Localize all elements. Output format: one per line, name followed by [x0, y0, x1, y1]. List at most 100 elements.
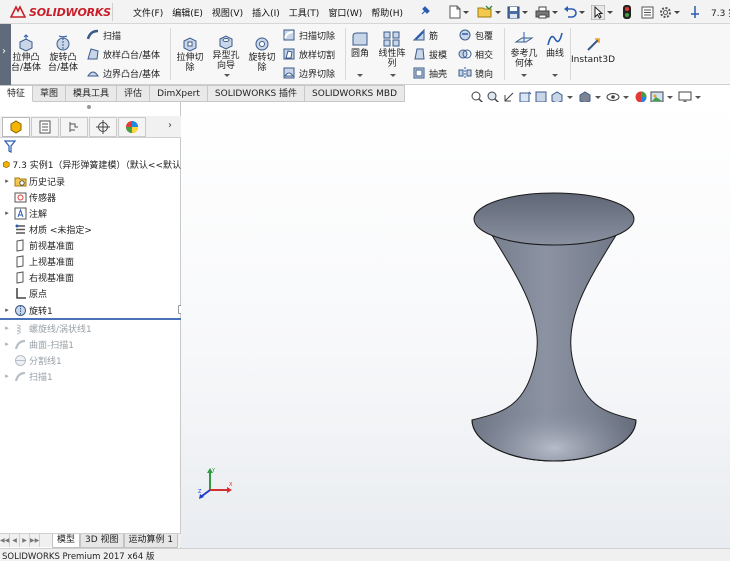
undo-button[interactable]	[563, 4, 585, 20]
display-style-dropdown[interactable]	[595, 95, 601, 99]
last-tab-arrow-icon[interactable]: ▶▶	[30, 534, 40, 547]
file-properties-button[interactable]	[641, 4, 654, 20]
rib-button[interactable]: 筋	[412, 28, 438, 42]
chevron-right-icon[interactable]: ›	[168, 120, 172, 131]
tree-node-split-line1[interactable]: 分割线1	[0, 352, 181, 368]
save-button[interactable]	[507, 4, 528, 20]
tree-node-history[interactable]: ▸ 历史记录	[0, 173, 181, 189]
menu-help[interactable]: 帮助(H)	[371, 6, 403, 19]
tree-node-top-plane[interactable]: 上视基准面	[0, 253, 181, 269]
boundary-cut-button[interactable]: 边界切除	[282, 66, 335, 80]
linear-pattern-button[interactable]: 线性阵 列	[374, 30, 410, 69]
prev-tab-arrow-icon[interactable]: ◀	[10, 534, 20, 547]
rebuild-button[interactable]	[623, 4, 631, 20]
fillet-label: 圆角	[350, 49, 369, 59]
print-button[interactable]	[535, 4, 558, 20]
mirror-button[interactable]: 镜向	[458, 66, 493, 80]
tab-display-manager[interactable]	[118, 117, 146, 137]
menu-tools[interactable]: 工具(T)	[289, 6, 320, 19]
apply-scene-dropdown[interactable]	[667, 95, 673, 99]
reference-geometry-button[interactable]: 参考几 何体	[507, 30, 541, 69]
hole-wizard-icon	[219, 35, 233, 50]
select-button[interactable]	[591, 4, 613, 20]
hyperboloid-part-model[interactable]	[464, 192, 644, 472]
view-settings-dropdown[interactable]	[695, 95, 701, 99]
tab-configuration-manager[interactable]	[60, 117, 88, 137]
first-tab-arrow-icon[interactable]: ◀◀	[0, 534, 10, 547]
tree-node-sweep1[interactable]: ▸ 扫描1	[0, 368, 181, 384]
linear-pattern-dropdown[interactable]	[390, 74, 396, 77]
expand-arrow-icon[interactable]: ▸	[3, 372, 11, 380]
hide-show-dropdown[interactable]	[623, 95, 629, 99]
tree-root-part[interactable]: 7.3 实例1（异形弹簧建模）（默认<<默认	[0, 156, 181, 172]
wrap-button[interactable]: 包覆	[458, 28, 493, 42]
tab-property-manager[interactable]	[31, 117, 59, 137]
tab-mold-tools[interactable]: 模具工具	[66, 85, 118, 102]
tree-node-front-plane[interactable]: 前视基准面	[0, 237, 181, 253]
tree-node-helix1[interactable]: ▸ 螺旋线/涡状线1	[0, 320, 181, 336]
boundary-boss-button[interactable]: 边界凸台/基体	[86, 66, 160, 80]
tab-features[interactable]: 特征	[0, 85, 34, 102]
expand-arrow-icon[interactable]: ▸	[3, 324, 11, 332]
expand-arrow-icon[interactable]: ▸	[3, 340, 11, 348]
svg-text:Z: Z	[198, 489, 202, 495]
fillet-button[interactable]: 圆角	[348, 30, 372, 59]
tree-node-right-plane[interactable]: 右视基准面	[0, 269, 181, 285]
tab-dimxpert[interactable]: DimXpert	[150, 85, 208, 102]
sweep-button[interactable]: 扫描	[86, 28, 121, 42]
solidworks-logo[interactable]: SOLIDWORKS	[10, 4, 111, 20]
open-button[interactable]	[477, 4, 501, 20]
menu-edit[interactable]: 编辑(E)	[172, 6, 203, 19]
pin-menu-icon[interactable]	[419, 5, 431, 17]
filter-icon[interactable]	[4, 140, 16, 154]
graphics-area[interactable]: Y X Z	[181, 102, 730, 548]
extrude-cut-button[interactable]: 拉伸切 除	[173, 34, 207, 73]
extrude-boss-button[interactable]: 拉伸凸 台/基体	[10, 34, 42, 73]
tab-sketch[interactable]: 草图	[33, 85, 67, 102]
options-button[interactable]	[659, 4, 680, 20]
intersect-button[interactable]: 相交	[458, 47, 493, 61]
menu-insert[interactable]: 插入(I)	[252, 6, 280, 19]
shell-button[interactable]: 抽壳	[412, 66, 447, 80]
tab-model[interactable]: 模型	[52, 534, 81, 548]
hole-wizard-button[interactable]: 异型孔 向导	[208, 32, 244, 71]
tab-feature-manager[interactable]	[2, 117, 30, 137]
instant3d-button[interactable]: Instant3D	[571, 36, 615, 65]
curves-button[interactable]: 曲线	[542, 30, 568, 59]
next-tab-arrow-icon[interactable]: ▶	[20, 534, 30, 547]
tree-node-revolve1[interactable]: ▸ 旋转1	[0, 302, 181, 318]
view-orientation-dropdown[interactable]	[567, 95, 573, 99]
curves-dropdown[interactable]	[552, 74, 558, 77]
revolve-boss-button[interactable]: 旋转凸 台/基体	[46, 34, 80, 73]
tab-3d-views[interactable]: 3D 视图	[80, 534, 124, 548]
tab-motion-study-1[interactable]: 运动算例 1	[123, 534, 179, 548]
revolve-cut-button[interactable]: 旋转切 除	[245, 34, 279, 73]
rollback-bar[interactable]	[0, 318, 181, 320]
tab-dimxpert-manager[interactable]	[89, 117, 117, 137]
expand-arrow-icon[interactable]: ▸	[3, 306, 11, 314]
panel-grip[interactable]	[87, 105, 91, 109]
tree-node-surface-sweep1[interactable]: ▸ 曲面-扫描1	[0, 336, 181, 352]
swept-cut-button[interactable]: 扫描切除	[282, 28, 335, 42]
tab-mbd[interactable]: SOLIDWORKS MBD	[305, 85, 405, 102]
tree-node-annotations[interactable]: ▸ 注解	[0, 205, 181, 221]
tree-node-material[interactable]: 材质 <未指定>	[0, 221, 181, 237]
menu-window[interactable]: 窗口(W)	[328, 6, 362, 19]
tree-node-sensors[interactable]: 传感器	[0, 189, 181, 205]
expand-arrow-icon[interactable]: ▸	[3, 177, 11, 185]
menu-view[interactable]: 视图(V)	[212, 6, 243, 19]
tab-evaluate[interactable]: 评估	[117, 85, 151, 102]
menu-file[interactable]: 文件(F)	[133, 6, 163, 19]
expand-arrow-icon[interactable]: ▸	[3, 209, 11, 217]
fillet-dropdown[interactable]	[357, 74, 363, 77]
revolve-feature-icon	[15, 304, 26, 316]
lofted-cut-button[interactable]: 放样切割	[282, 47, 335, 61]
pushpin-button[interactable]	[689, 4, 701, 20]
tab-addins[interactable]: SOLIDWORKS 插件	[207, 85, 306, 102]
loft-button[interactable]: 放样凸台/基体	[86, 47, 160, 61]
hole-wizard-dropdown[interactable]	[224, 74, 230, 77]
draft-button[interactable]: 拔模	[412, 47, 447, 61]
tree-node-origin[interactable]: 原点	[0, 285, 181, 301]
new-document-button[interactable]	[449, 4, 469, 20]
reference-geometry-dropdown[interactable]	[521, 74, 527, 77]
